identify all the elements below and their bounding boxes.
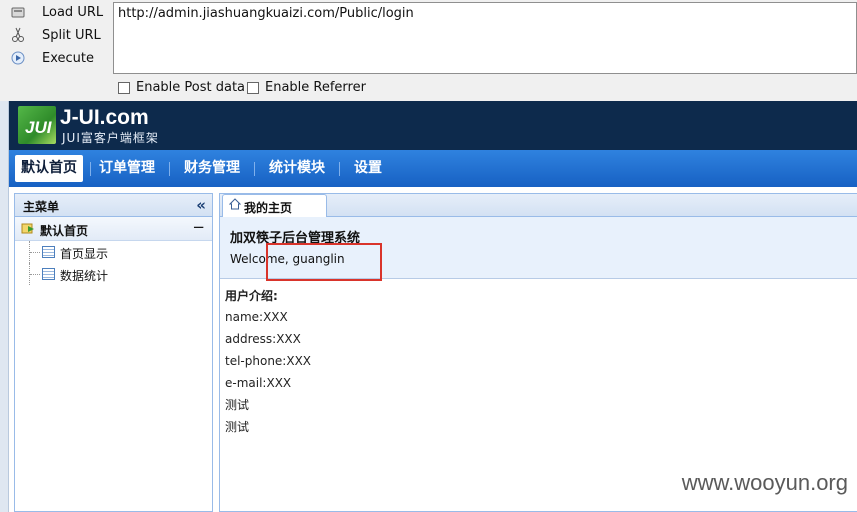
nav-item-finance[interactable]: 财务管理 <box>178 155 246 182</box>
hackbar-panel: Load URL Split URL Execute http://admin.… <box>0 0 857 101</box>
split-url-label: Split URL <box>42 27 101 43</box>
tab-my-home[interactable]: 我的主页 <box>222 194 327 218</box>
sidebar-item-label: 数据统计 <box>60 269 109 283</box>
intro-line: tel-phone:XXX <box>225 354 312 368</box>
sidebar-header: 主菜单 « <box>15 194 212 217</box>
checkbox-box[interactable] <box>247 81 259 94</box>
tree-branch <box>29 241 41 263</box>
nav-item-statistics[interactable]: 统计模块 <box>263 155 331 182</box>
sidebar-item-home-display[interactable]: 首页显示 <box>15 241 212 263</box>
collapse-section-icon[interactable]: − <box>192 218 205 236</box>
intro-line: 测试 <box>225 398 250 412</box>
table-icon <box>42 246 55 258</box>
load-url-button[interactable]: Load URL <box>8 1 108 23</box>
highlight-annotation <box>266 243 382 281</box>
nav-item-settings[interactable]: 设置 <box>348 155 388 182</box>
page-left-edge <box>0 101 9 512</box>
nav-separator <box>339 162 340 176</box>
intro-line: address:XXX <box>225 332 301 346</box>
execute-button[interactable]: Execute <box>8 47 108 69</box>
tree-branch <box>29 263 41 285</box>
sidebar-title: 主菜单 <box>23 200 60 214</box>
user-intro: 用户介绍: name:XXX address:XXX tel-phone:XXX… <box>225 287 311 438</box>
split-url-button[interactable]: Split URL <box>8 24 108 46</box>
nav-separator <box>169 162 170 176</box>
tab-bar: 我的主页 <box>220 194 857 218</box>
intro-line: name:XXX <box>225 310 288 324</box>
logo-mark-text: JUI <box>25 118 52 137</box>
accordion-header[interactable]: 默认首页 − <box>15 217 212 241</box>
logo-title: J-UI.com <box>60 106 149 129</box>
sidebar: 主菜单 « 默认首页 − 首页显示 数据统计 <box>14 193 213 512</box>
enable-post-label: Enable Post data <box>136 80 246 95</box>
sidebar-item-data-stats[interactable]: 数据统计 <box>15 263 212 285</box>
load-url-icon <box>8 4 28 20</box>
table-icon <box>42 268 55 280</box>
collapse-sidebar-icon[interactable]: « <box>196 196 206 214</box>
enable-referrer-label: Enable Referrer <box>265 80 366 95</box>
home-icon <box>228 198 242 213</box>
load-url-label: Load URL <box>42 4 104 20</box>
intro-line: 测试 <box>225 420 250 434</box>
url-textarea[interactable]: http://admin.jiashuangkuaizi.com/Public/… <box>113 2 857 74</box>
logo-subtitle: JUI富客户端框架 <box>62 131 159 145</box>
main-nav: 默认首页 订单管理 财务管理 统计模块 设置 <box>9 150 857 187</box>
tab-label: 我的主页 <box>244 201 293 215</box>
accordion-title: 默认首页 <box>40 224 89 238</box>
play-icon <box>8 50 28 66</box>
watermark: www.wooyun.org <box>681 470 848 495</box>
enable-post-checkbox[interactable]: Enable Post data <box>118 80 245 95</box>
nav-separator <box>90 162 91 176</box>
jui-logo-icon: JUI <box>18 106 56 144</box>
folder-arrow-icon <box>21 221 35 235</box>
intro-title: 用户介绍: <box>225 289 278 303</box>
nav-item-default-home[interactable]: 默认首页 <box>15 155 83 182</box>
checkbox-box[interactable] <box>118 81 130 94</box>
intro-line: e-mail:XXX <box>225 376 292 390</box>
nav-separator <box>254 162 255 176</box>
app-header: JUI J-UI.com JUI富客户端框架 <box>9 101 857 150</box>
sidebar-item-label: 首页显示 <box>60 247 109 261</box>
scissors-icon <box>8 27 28 43</box>
enable-referrer-checkbox[interactable]: Enable Referrer <box>247 80 366 95</box>
nav-item-orders[interactable]: 订单管理 <box>93 155 161 182</box>
execute-label: Execute <box>42 50 94 66</box>
main-content: 我的主页 加双筷子后台管理系统 Welcome, guanglin 用户介绍: … <box>219 193 857 512</box>
